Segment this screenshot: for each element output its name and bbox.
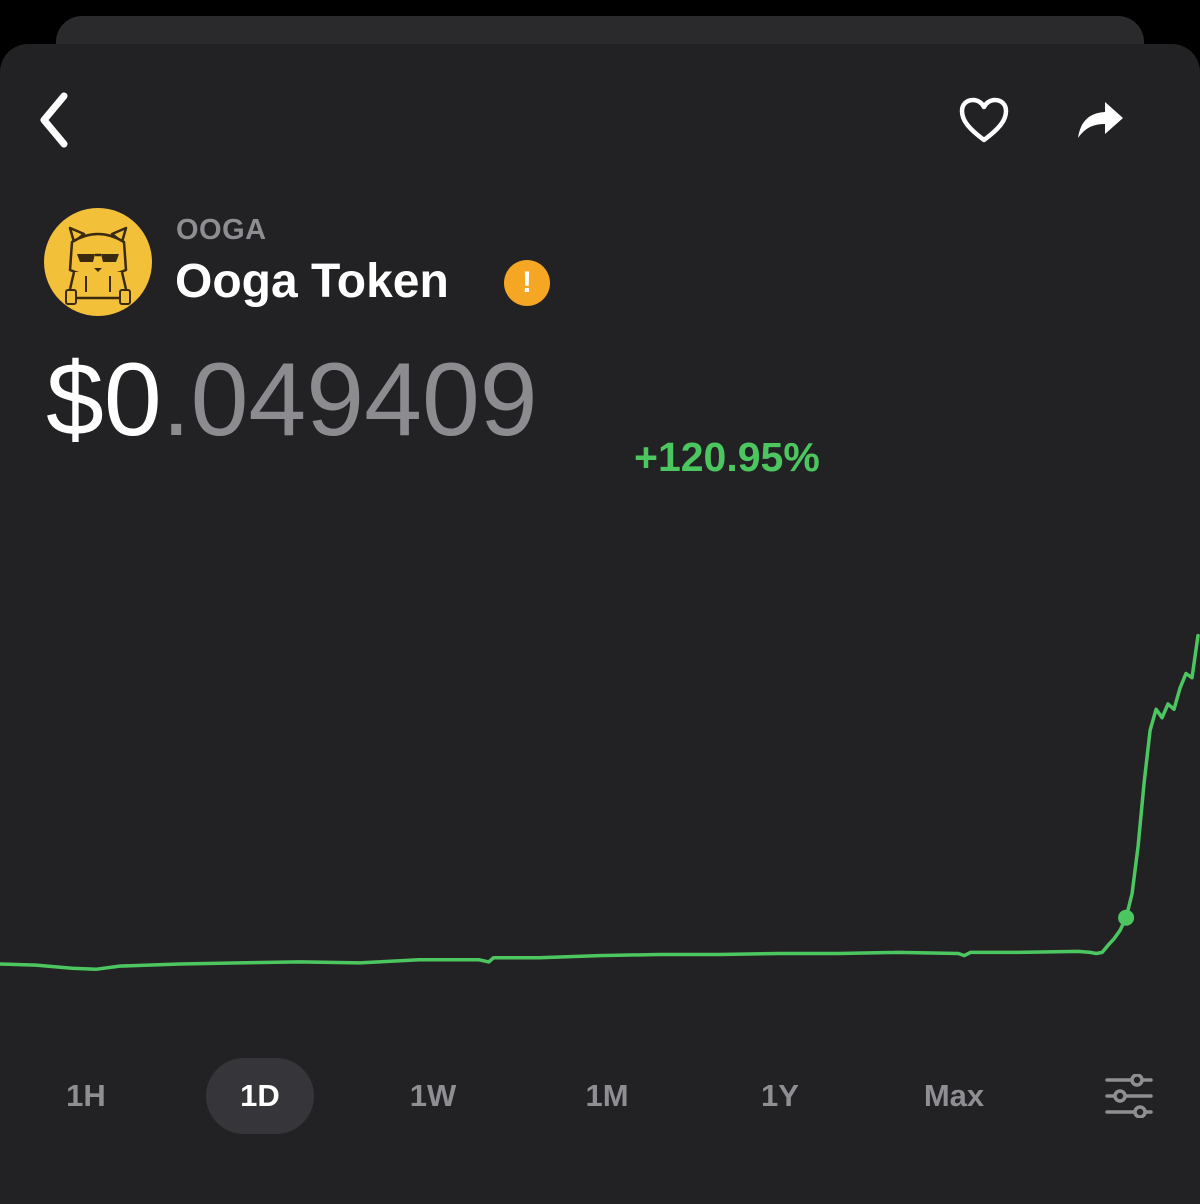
favorite-button[interactable] [948,88,1020,152]
chart-settings-button[interactable] [1098,1066,1160,1126]
bear-with-sunglasses-logo [65,226,131,305]
exclamation-icon: ! [522,266,532,299]
range-1d-button[interactable]: 1D [206,1058,314,1134]
warning-badge[interactable]: ! [504,260,550,306]
range-1y-button[interactable]: 1Y [726,1058,834,1134]
share-arrow-icon [1078,102,1123,138]
time-range-selector: 1H 1D 1W 1M 1Y Max [0,1058,1200,1134]
token-logo [44,208,152,316]
range-1m-button[interactable]: 1M [553,1058,661,1134]
price-whole: $0 [46,342,162,458]
share-button[interactable] [1066,88,1134,152]
price-fraction: .049409 [161,342,538,458]
back-button[interactable] [24,84,84,156]
token-ticker: OOGA [176,214,267,246]
token-name: Ooga Token [175,255,449,308]
token-detail-sheet: OOGA Ooga Token ! $0.049409 +120.95% 1H 1… [0,44,1200,1204]
price-change: +120.95% [634,434,820,480]
chevron-left-icon [40,92,68,148]
current-price-marker [1118,909,1135,926]
heart-outline-icon [959,97,1009,143]
price-line [0,633,1200,972]
range-1h-button[interactable]: 1H [32,1058,140,1134]
range-max-button[interactable]: Max [900,1058,1008,1134]
sliders-icon [1105,1074,1153,1118]
token-price: $0.049409 [46,342,538,458]
range-1w-button[interactable]: 1W [379,1058,487,1134]
price-chart[interactable] [0,564,1200,1024]
